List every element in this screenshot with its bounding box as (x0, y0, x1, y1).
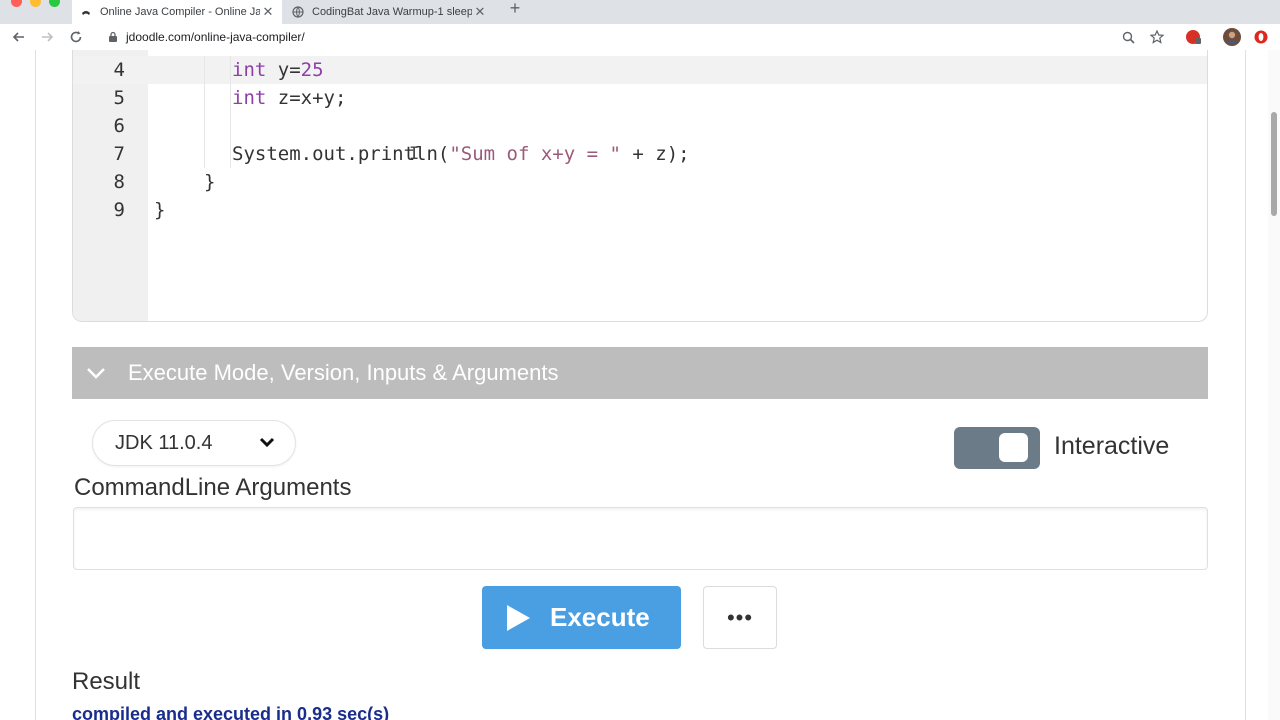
window-zoom-control[interactable] (49, 0, 60, 7)
toggle-knob (999, 433, 1028, 462)
line-number: 4 (113, 59, 125, 81)
code-text: int y=25 (232, 59, 324, 81)
more-options-button[interactable]: ••• (703, 586, 777, 649)
code-line[interactable]: 9 } (73, 196, 1207, 224)
code-line[interactable]: 8 } (73, 168, 1207, 196)
opera-extension-icon[interactable] (1252, 28, 1270, 46)
line-number: 8 (113, 171, 125, 193)
jdk-version-value: JDK 11.0.4 (115, 431, 213, 454)
window-close-control[interactable] (11, 0, 22, 7)
chevron-down-icon (259, 435, 275, 451)
window-minimize-control[interactable] (30, 0, 41, 7)
lock-icon (109, 31, 117, 42)
page-scrollbar[interactable] (1268, 50, 1280, 720)
interactive-label: Interactive (1054, 432, 1170, 460)
code-text: } (154, 199, 166, 221)
close-tab-icon[interactable]: ✕ (260, 4, 276, 20)
close-tab-icon[interactable]: ✕ (472, 4, 488, 20)
line-number: 7 (113, 143, 125, 165)
line-number: 6 (113, 115, 125, 137)
scrollbar-thumb[interactable] (1271, 112, 1277, 216)
execute-button[interactable]: Execute (482, 586, 681, 649)
code-line[interactable]: 6 (73, 112, 1207, 140)
content-border-left (35, 50, 36, 720)
code-line[interactable]: 7 System.out.println("Sum of x+y = " + z… (73, 140, 1207, 168)
content-border-right (1245, 50, 1246, 720)
new-tab-icon[interactable]: + (506, 0, 524, 19)
jdoodle-favicon-icon (82, 11, 90, 15)
page-content: 4 int y=25 5 int z=x+y; 6 7 System.out.p… (0, 50, 1280, 720)
code-line[interactable]: 4 int y=25 (73, 56, 1207, 84)
indent-guide (204, 56, 205, 168)
globe-icon (292, 6, 304, 18)
jdk-version-select[interactable]: JDK 11.0.4 (92, 420, 296, 466)
reload-icon[interactable] (67, 28, 85, 46)
result-status-text: compiled and executed in 0.93 sec(s) (72, 704, 390, 720)
code-text: System.out.println("Sum of x+y = " + z); (232, 143, 690, 165)
chevron-down-icon (86, 363, 116, 384)
tab-title: Online Java Compiler - Online Java (100, 6, 260, 18)
code-line[interactable]: 5 int z=x+y; (73, 84, 1207, 112)
cmd-args-input[interactable] (73, 507, 1208, 570)
browser-toolbar: jdoodle.com/online-java-compiler/ (0, 24, 1280, 50)
code-text: int z=x+y; (232, 87, 347, 109)
execute-label: Execute (550, 602, 650, 632)
address-bar[interactable]: jdoodle.com/online-java-compiler/ (96, 26, 1180, 48)
bookmark-star-icon[interactable] (1148, 28, 1166, 46)
zoom-icon[interactable] (1119, 28, 1137, 46)
browser-tab-strip: Online Java Compiler - Online Java ✕ Cod… (0, 0, 1280, 24)
profile-avatar[interactable] (1223, 28, 1241, 46)
play-icon (504, 602, 536, 634)
line-number: 5 (113, 87, 125, 109)
forward-icon[interactable] (38, 28, 56, 46)
code-text: } (204, 171, 216, 193)
cmd-args-label: CommandLine Arguments (74, 474, 352, 501)
execute-mode-title: Execute Mode, Version, Inputs & Argument… (128, 360, 559, 385)
browser-tab-jdoodle[interactable]: Online Java Compiler - Online Java ✕ (72, 0, 282, 24)
extension-icon[interactable] (1184, 28, 1202, 46)
code-editor[interactable]: 4 int y=25 5 int z=x+y; 6 7 System.out.p… (72, 50, 1208, 322)
execute-mode-header[interactable]: Execute Mode, Version, Inputs & Argument… (72, 347, 1208, 399)
tab-title: CodingBat Java Warmup-1 sleepIn (312, 6, 472, 18)
ellipsis-icon: ••• (726, 604, 754, 630)
browser-tab-codingbat[interactable]: CodingBat Java Warmup-1 sleepIn ✕ (284, 0, 494, 24)
url-text: jdoodle.com/online-java-compiler/ (126, 30, 305, 44)
text-cursor-icon: I (409, 144, 420, 164)
interactive-toggle[interactable] (954, 427, 1040, 469)
result-heading: Result (72, 668, 141, 695)
back-icon[interactable] (10, 28, 28, 46)
indent-guide (230, 56, 231, 168)
line-number: 9 (113, 199, 125, 221)
